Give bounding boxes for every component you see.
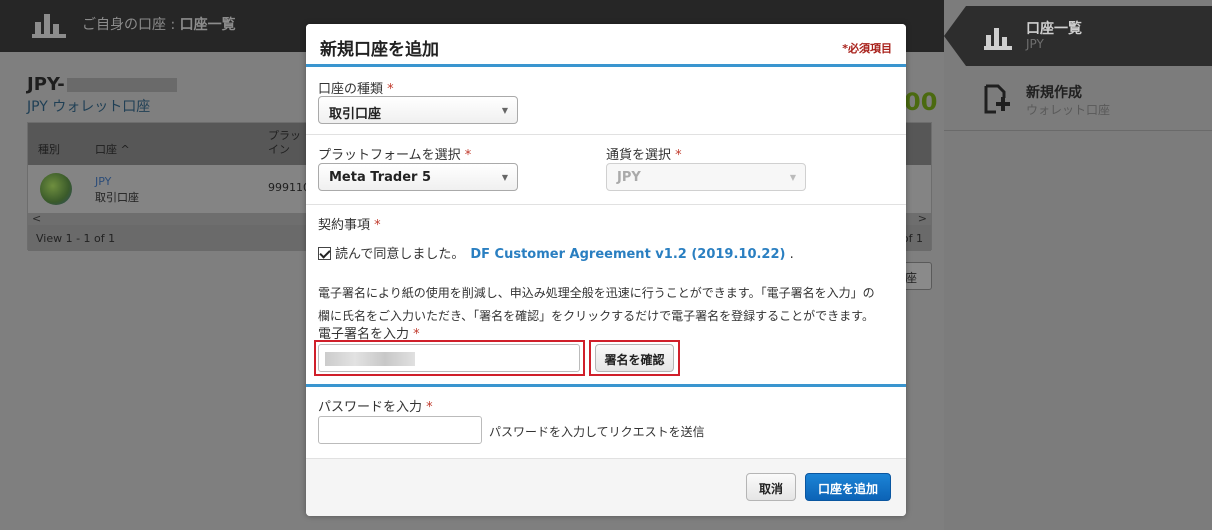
required-note: *必須項目 bbox=[842, 42, 892, 55]
modal-footer: 取消 口座を追加 bbox=[306, 458, 906, 516]
breadcrumb-parent[interactable]: ご自身の口座 : bbox=[82, 17, 180, 33]
breadcrumb: ご自身の口座 : 口座一覧 bbox=[82, 14, 236, 34]
account-type-section: 口座の種類 * 取引口座 ▼ bbox=[306, 70, 906, 135]
balance-value: 00 bbox=[904, 88, 938, 116]
account-subtitle: JPY ウォレット口座 bbox=[27, 99, 151, 115]
scroll-right-icon[interactable]: > bbox=[918, 212, 927, 225]
platform-select[interactable]: Meta Trader 5 ▼ bbox=[318, 163, 518, 191]
signature-description-line1: 電子署名により紙の使用を削減し、申込み処理全般を迅速に行うことができます。「電子… bbox=[318, 286, 875, 300]
contract-label: 契約事項 * bbox=[318, 218, 381, 233]
right-sidebar: 口座一覧 JPY 新規作成 ウォレット口座 bbox=[944, 0, 1212, 530]
sidebar-divider bbox=[944, 130, 1212, 131]
agreement-row: 読んで同意しました。 DF Customer Agreement v1.2 (20… bbox=[318, 243, 794, 262]
account-type-cell: 取引口座 bbox=[95, 191, 139, 204]
breadcrumb-current: 口座一覧 bbox=[179, 17, 236, 33]
password-label: パスワードを入力 * bbox=[318, 400, 433, 415]
bar-chart-icon bbox=[984, 28, 1012, 50]
agree-text: 読んで同意しました。 bbox=[335, 247, 465, 262]
dropdown-arrow-icon: ▼ bbox=[501, 106, 508, 115]
dropdown-arrow-icon: ▼ bbox=[501, 173, 508, 182]
sidebar-item-create[interactable]: 新規作成 ウォレット口座 bbox=[944, 70, 1212, 130]
account-type-select[interactable]: 取引口座 ▼ bbox=[318, 96, 518, 124]
dropdown-arrow-icon: ▼ bbox=[789, 173, 796, 182]
currency-select: JPY ▼ bbox=[606, 163, 806, 191]
platform-label: プラットフォームを選択 * bbox=[318, 148, 472, 163]
password-hint: パスワードを入力してリクエストを送信 bbox=[489, 425, 705, 439]
sidebar-item-title: 新規作成 bbox=[1026, 85, 1082, 101]
redacted-signature-text bbox=[325, 352, 415, 366]
sidebar-item-subtitle: ウォレット口座 bbox=[1026, 103, 1111, 117]
currency-label: 通貨を選択 * bbox=[606, 148, 682, 163]
sidebar-item-account-list[interactable]: 口座一覧 JPY bbox=[944, 6, 1212, 66]
column-header-account[interactable]: 口座 ^ bbox=[95, 141, 130, 157]
new-document-icon bbox=[984, 84, 1010, 114]
modal-title: 新規口座を追加 bbox=[320, 40, 439, 60]
password-input[interactable] bbox=[318, 416, 482, 444]
sidebar-item-title: 口座一覧 bbox=[1026, 21, 1082, 37]
modal-header: 新規口座を追加 *必須項目 bbox=[306, 24, 906, 67]
agree-checkbox[interactable] bbox=[318, 247, 331, 260]
column-header-type[interactable]: 種別 bbox=[38, 141, 60, 157]
add-account-modal: 新規口座を追加 *必須項目 口座の種類 * 取引口座 ▼ プラットフォームを選択 … bbox=[306, 24, 906, 516]
agreement-suffix: . bbox=[789, 247, 794, 262]
account-type-label: 口座の種類 * bbox=[318, 82, 394, 97]
platform-section: プラットフォームを選択 * Meta Trader 5 ▼ 通貨を選択 * JPY… bbox=[306, 135, 906, 205]
column-header-platform-cont: イン bbox=[268, 143, 290, 156]
modal-divider bbox=[306, 384, 906, 387]
account-link[interactable]: JPY bbox=[95, 175, 111, 188]
bar-chart-icon bbox=[32, 14, 66, 38]
mt5-logo-icon bbox=[40, 173, 72, 205]
pager-info: View 1 - 1 of 1 bbox=[36, 232, 116, 245]
confirm-signature-button[interactable]: 署名を確認 bbox=[595, 344, 674, 372]
signature-input[interactable] bbox=[318, 344, 580, 372]
redacted-account-number bbox=[66, 78, 177, 92]
scroll-left-icon[interactable]: < bbox=[32, 212, 41, 225]
account-title: JPY- bbox=[27, 74, 177, 95]
add-account-button[interactable]: 口座を追加 bbox=[805, 473, 891, 501]
cancel-button[interactable]: 取消 bbox=[746, 473, 796, 501]
sidebar-item-subtitle: JPY bbox=[1026, 37, 1044, 51]
account-number-cell: 999110 bbox=[268, 181, 310, 194]
customer-agreement-link[interactable]: DF Customer Agreement v1.2 (2019.10.22) bbox=[470, 247, 785, 262]
